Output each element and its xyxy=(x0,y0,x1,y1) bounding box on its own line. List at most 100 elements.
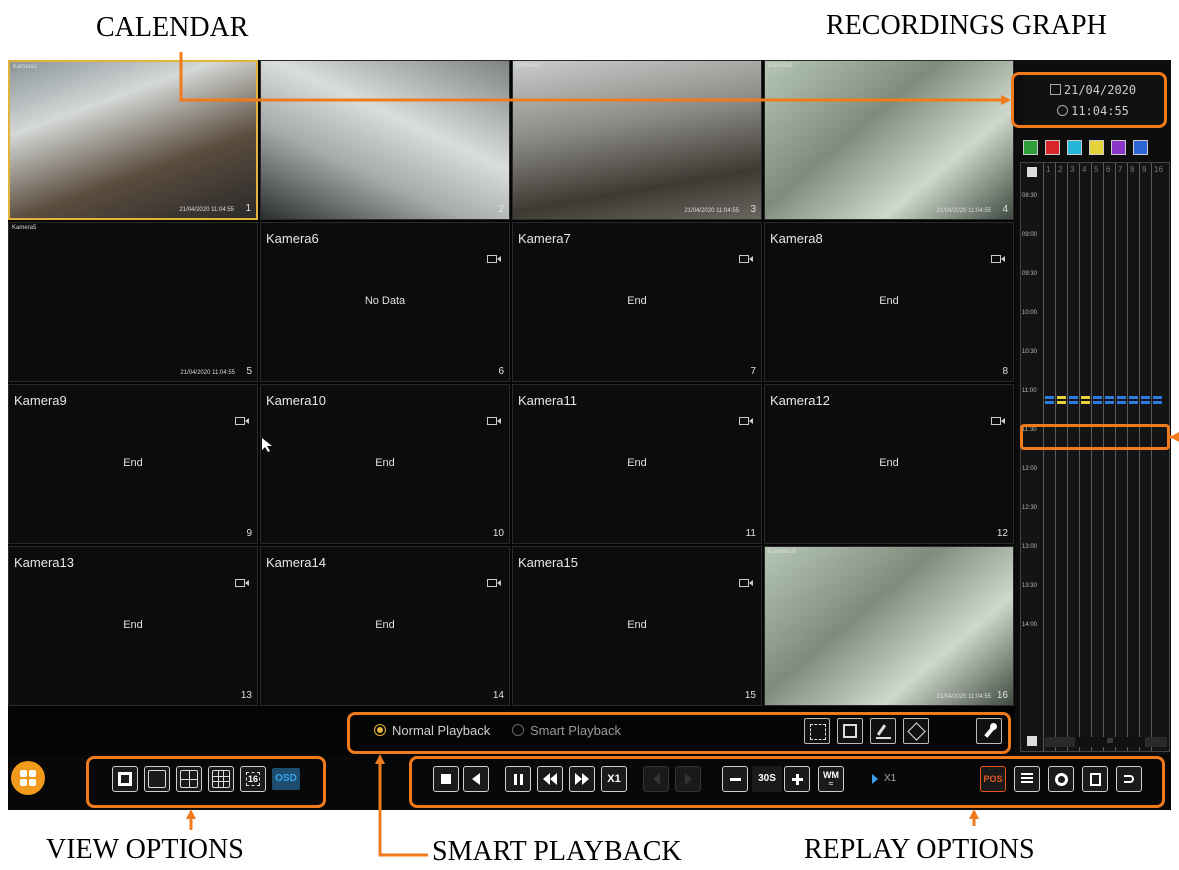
camera-record-icon xyxy=(739,251,753,263)
graph-time-label: 13:30 xyxy=(1022,583,1038,589)
camera-title: Kamera1 xyxy=(13,64,38,70)
graph-channel-number: 16 xyxy=(1154,165,1163,174)
camera-status: No Data xyxy=(364,295,406,307)
recording-segment[interactable] xyxy=(1069,396,1078,399)
camera-tile-2[interactable]: Kamera2 2 xyxy=(260,60,510,220)
graph-channel-number: 2 xyxy=(1058,165,1063,174)
camera-tile-12[interactable]: Kamera12 End 12 xyxy=(764,384,1014,544)
replay-options-highlight xyxy=(409,756,1165,808)
graph-lane xyxy=(1127,163,1128,751)
camera-tile-15[interactable]: Kamera15 End 15 xyxy=(512,546,762,706)
camera-video-frame xyxy=(765,547,1013,705)
recording-segment[interactable] xyxy=(1069,401,1078,404)
recording-segment[interactable] xyxy=(1081,401,1090,404)
menu-grid-icon xyxy=(20,770,27,777)
camera-timestamp: 21/04/2020 11:04:55 xyxy=(684,208,739,214)
recording-segment[interactable] xyxy=(1153,401,1162,404)
camera-title: Kamera2 xyxy=(264,63,289,69)
camera-status: End xyxy=(375,619,395,631)
graph-time-label: 14:00 xyxy=(1022,622,1038,628)
camera-record-icon xyxy=(991,413,1005,425)
camera-title: Kamera6 xyxy=(266,231,319,246)
camera-tile-8[interactable]: Kamera8 End 8 xyxy=(764,222,1014,382)
camera-tile-6[interactable]: Kamera6 No Data 6 xyxy=(260,222,510,382)
graph-horizontal-scrollbar[interactable]: III xyxy=(1045,737,1167,747)
camera-channel-number: 10 xyxy=(492,528,504,539)
camera-channel-number: 4 xyxy=(1002,204,1008,215)
camera-channel-number: 14 xyxy=(492,690,504,701)
graph-scroll-up-button[interactable] xyxy=(1027,167,1037,177)
dvr-playback-screen: Kamera1 21/04/2020 11:04:55 1 Kamera2 2 Kamer… xyxy=(8,60,1171,810)
camera-tile-11[interactable]: Kamera11 End 11 xyxy=(512,384,762,544)
camera-tile-9[interactable]: Kamera9 End 9 xyxy=(8,384,258,544)
camera-tile-4[interactable]: Kamera4 21/04/2020 11:04:55 4 xyxy=(764,60,1014,220)
recording-segment[interactable] xyxy=(1057,396,1066,399)
camera-title: Kamera3 xyxy=(516,63,541,69)
camera-timestamp: 21/04/2020 11:04:55 xyxy=(936,208,991,214)
camera-timestamp: 21/04/2020 11:04:55 xyxy=(180,370,235,376)
camera-tile-16[interactable]: Kamera16 21/04/2020 11:04:55 16 xyxy=(764,546,1014,706)
recording-segment[interactable] xyxy=(1105,396,1114,399)
recordings-graph[interactable]: 1 2 3 4 5 6 7 8 9 16 08:30 09:00 09:30 10:00 10:30 11:… xyxy=(1020,162,1170,752)
camera-tile-5[interactable]: Kamera5 21/04/2020 11:04:55 5 xyxy=(8,222,258,382)
graph-time-label: 09:30 xyxy=(1022,271,1038,277)
camera-video-frame xyxy=(10,62,256,218)
camera-record-icon xyxy=(487,413,501,425)
camera-tile-13[interactable]: Kamera13 End 13 xyxy=(8,546,258,706)
camera-channel-number: 3 xyxy=(750,204,756,215)
record-type-filter-row xyxy=(1021,138,1167,156)
recording-segment[interactable] xyxy=(1057,401,1066,404)
manual-record-filter-icon[interactable] xyxy=(1089,140,1104,155)
camera-title: Kamera10 xyxy=(266,393,326,408)
recording-segment[interactable] xyxy=(1093,396,1102,399)
camera-title: Kamera4 xyxy=(768,63,793,69)
recording-segment[interactable] xyxy=(1105,401,1114,404)
camera-video-frame xyxy=(261,61,509,219)
camera-record-icon xyxy=(487,575,501,587)
graph-lane xyxy=(1151,163,1152,751)
graph-scroll-thumb[interactable]: III xyxy=(1075,737,1145,747)
camera-status: End xyxy=(627,295,647,307)
camera-channel-number: 8 xyxy=(1002,366,1008,377)
graph-time-label: 09:00 xyxy=(1022,232,1038,238)
recording-segment[interactable] xyxy=(1045,401,1054,404)
smart-record-filter-icon[interactable] xyxy=(1111,140,1126,155)
camera-title: Kamera14 xyxy=(266,555,326,570)
main-menu-button[interactable] xyxy=(11,761,45,795)
camera-tile-1[interactable]: Kamera1 21/04/2020 11:04:55 1 xyxy=(8,60,258,220)
recording-segment[interactable] xyxy=(1129,401,1138,404)
camera-record-icon xyxy=(235,575,249,587)
recording-segment[interactable] xyxy=(1153,396,1162,399)
camera-video-frame xyxy=(513,61,761,219)
camera-channel-number: 16 xyxy=(996,690,1008,701)
camera-channel-number: 7 xyxy=(750,366,756,377)
camera-title: Kamera8 xyxy=(770,231,823,246)
graph-time-label: 12:00 xyxy=(1022,466,1038,472)
camera-channel-number: 6 xyxy=(498,366,504,377)
view-options-highlight xyxy=(86,756,326,808)
camera-title: Kamera5 xyxy=(12,225,37,231)
recording-segment[interactable] xyxy=(1081,396,1090,399)
schedule-record-filter-icon[interactable] xyxy=(1133,140,1148,155)
graph-scroll-down-button[interactable] xyxy=(1027,736,1037,746)
camera-status: End xyxy=(627,619,647,631)
recording-segment[interactable] xyxy=(1045,396,1054,399)
recording-segment[interactable] xyxy=(1093,401,1102,404)
graph-channel-number: 3 xyxy=(1070,165,1075,174)
graph-lane xyxy=(1115,163,1116,751)
camera-tile-3[interactable]: Kamera3 21/04/2020 11:04:55 3 xyxy=(512,60,762,220)
camera-channel-number: 2 xyxy=(498,204,504,215)
motion-record-filter-icon[interactable] xyxy=(1023,140,1038,155)
camera-tile-10[interactable]: Kamera10 End 10 xyxy=(260,384,510,544)
right-panel: 21/04/2020 11:04:55 1 2 3 4 5 6 7 8 9 16 08:30 09:… xyxy=(1015,60,1171,755)
recording-segment[interactable] xyxy=(1141,396,1150,399)
recording-segment[interactable] xyxy=(1129,396,1138,399)
recording-segment[interactable] xyxy=(1141,401,1150,404)
smart-playback-callout: SMART PLAYBACK xyxy=(432,836,682,867)
camera-tile-7[interactable]: Kamera7 End 7 xyxy=(512,222,762,382)
recording-segment[interactable] xyxy=(1117,401,1126,404)
normal-record-filter-icon[interactable] xyxy=(1067,140,1082,155)
recording-segment[interactable] xyxy=(1117,396,1126,399)
alarm-record-filter-icon[interactable] xyxy=(1045,140,1060,155)
camera-tile-14[interactable]: Kamera14 End 14 xyxy=(260,546,510,706)
